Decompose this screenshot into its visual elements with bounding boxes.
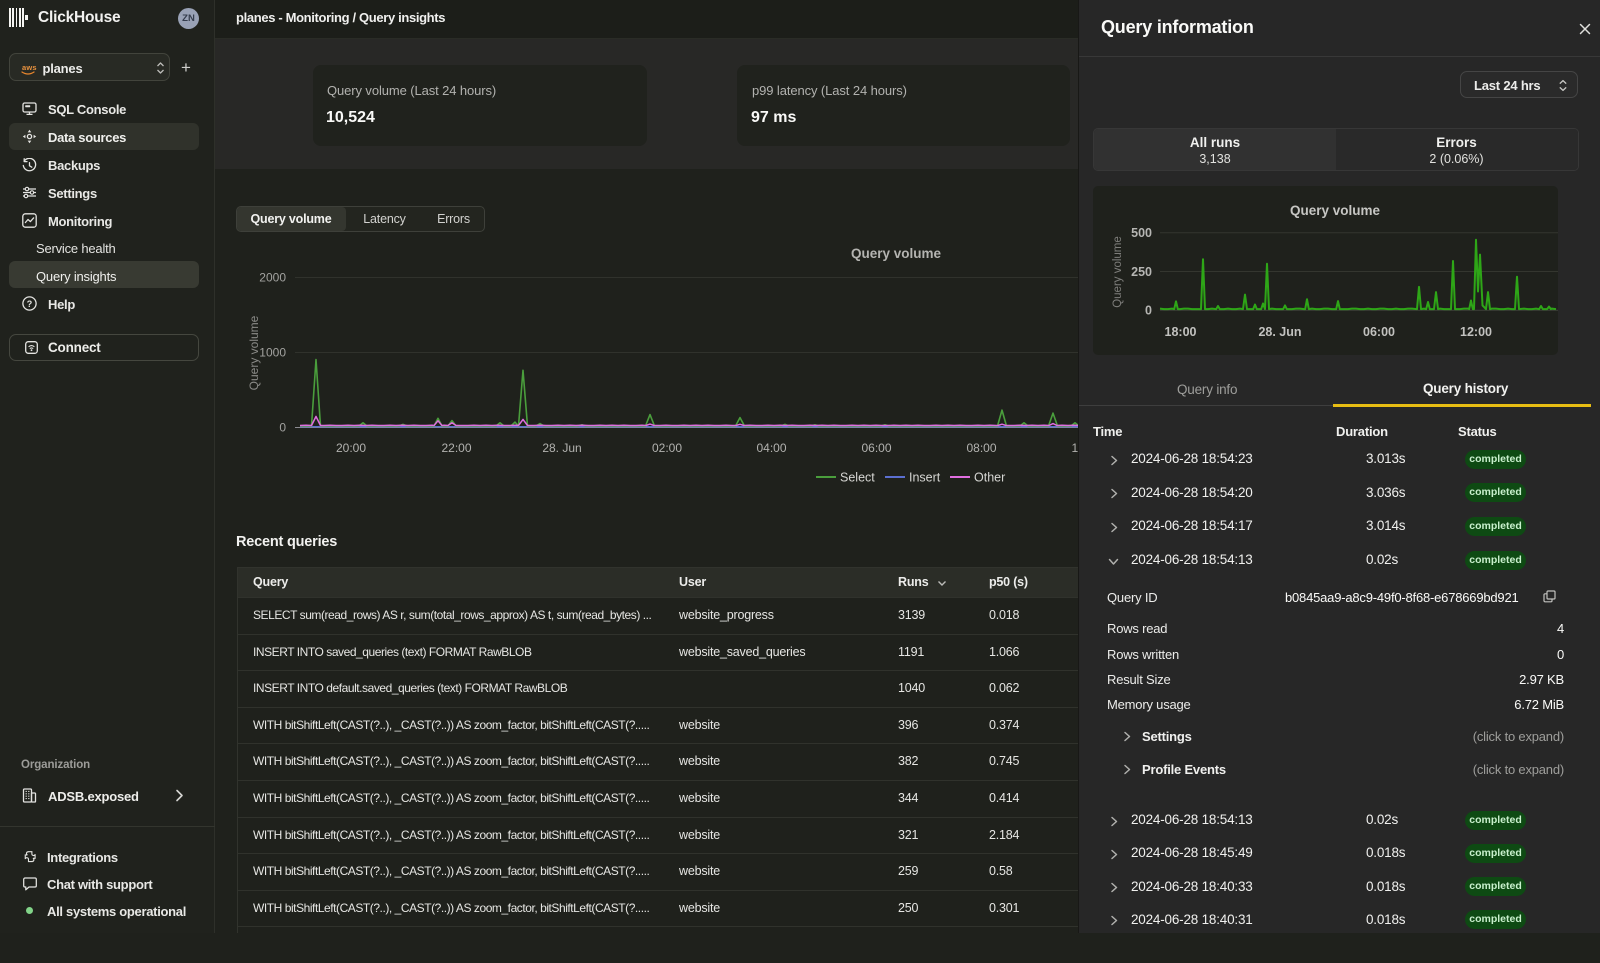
svg-text:250: 250 xyxy=(1131,265,1152,279)
svg-text:02:00: 02:00 xyxy=(652,441,682,455)
svg-text:18:00: 18:00 xyxy=(1165,325,1197,339)
svg-text:Insert: Insert xyxy=(909,471,941,485)
svg-text:Query volume: Query volume xyxy=(851,246,942,261)
svg-text:?: ? xyxy=(27,298,33,308)
svg-text:28. Jun: 28. Jun xyxy=(542,441,581,455)
svg-text:08:00: 08:00 xyxy=(966,441,996,455)
svg-text:Select: Select xyxy=(840,471,875,485)
svg-text:12:00: 12:00 xyxy=(1460,325,1492,339)
svg-text:2000: 2000 xyxy=(259,271,286,285)
svg-text:Query volume: Query volume xyxy=(1290,203,1381,218)
svg-text:Query volume: Query volume xyxy=(1112,236,1124,308)
svg-text:06:00: 06:00 xyxy=(1363,325,1395,339)
svg-text:04:00: 04:00 xyxy=(756,441,786,455)
svg-text:06:00: 06:00 xyxy=(861,441,891,455)
svg-text:0: 0 xyxy=(279,421,286,435)
svg-text:20:00: 20:00 xyxy=(336,441,366,455)
svg-text:1000: 1000 xyxy=(259,346,286,360)
svg-text:500: 500 xyxy=(1131,226,1152,240)
svg-text:0: 0 xyxy=(1145,304,1152,318)
svg-text:Other: Other xyxy=(974,471,1005,485)
svg-text:28. Jun: 28. Jun xyxy=(1258,325,1301,339)
svg-text:Query volume: Query volume xyxy=(247,315,261,390)
svg-text:22:00: 22:00 xyxy=(441,441,471,455)
